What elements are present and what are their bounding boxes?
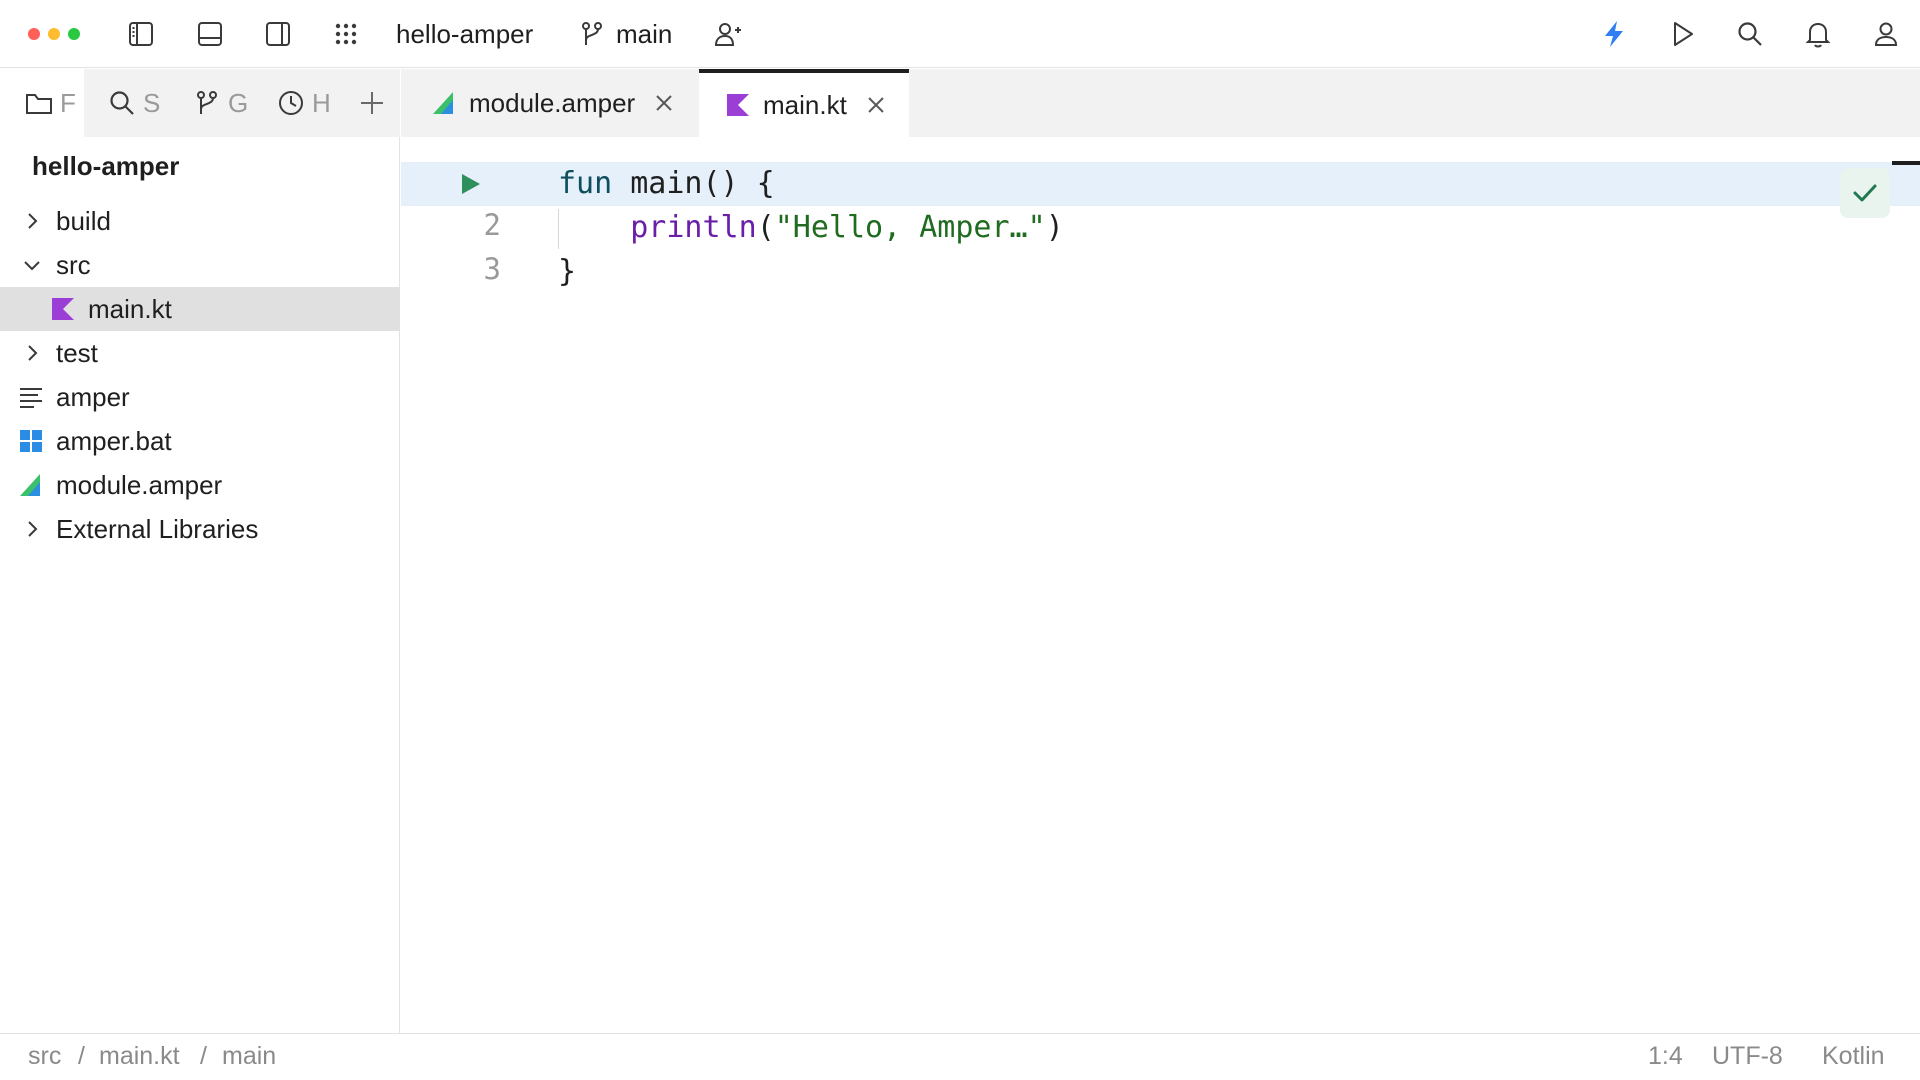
close-icon[interactable] — [653, 92, 675, 114]
chevron-right-icon[interactable] — [20, 341, 44, 365]
keyword: fun — [558, 166, 613, 201]
git-icon — [197, 91, 217, 114]
tool-tab-history[interactable]: H — [276, 69, 330, 137]
project-tree: hello-amper build src main.kt test amper… — [0, 137, 400, 1033]
tree-item-label: src — [56, 249, 91, 280]
chevron-right-icon[interactable] — [20, 517, 44, 541]
amper-file-icon — [20, 474, 40, 496]
breadcrumb-separator: / — [200, 1042, 207, 1070]
tree-item-amper-bat[interactable]: amper.bat — [0, 419, 400, 463]
breadcrumb-main-kt[interactable]: main.kt — [99, 1042, 180, 1071]
kotlin-file-icon — [727, 94, 749, 116]
tool-tab-label: H — [312, 87, 330, 118]
tree-item-module-amper[interactable]: module.amper — [0, 463, 400, 507]
tab-label: main.kt — [763, 89, 847, 120]
tool-tab-label: F — [60, 87, 76, 118]
code-line-3[interactable]: } — [558, 250, 576, 294]
breadcrumb-src[interactable]: src — [28, 1042, 61, 1071]
tree-item-label: External Libraries — [56, 513, 259, 544]
string-literal: "Hello, Amper…" — [774, 210, 1046, 245]
toggle-left-panel-icon[interactable] — [121, 14, 161, 54]
add-tool-window-button[interactable] — [352, 69, 392, 137]
branch-widget[interactable]: main — [616, 18, 672, 50]
title-bar: hello-amper main — [0, 0, 1920, 68]
ai-lightning-icon[interactable] — [1594, 14, 1634, 54]
tool-tab-git[interactable]: G — [192, 69, 248, 137]
code-line-1[interactable]: fun main() { — [558, 162, 775, 206]
code-text: } — [558, 254, 577, 289]
scrollbar-marker[interactable] — [1892, 161, 1920, 165]
tool-window-tabs: F S G H — [0, 69, 400, 137]
windows-file-icon — [20, 430, 42, 452]
search-icon[interactable] — [1730, 14, 1770, 54]
tab-module-amper[interactable]: module.amper — [401, 69, 699, 137]
window-close-button[interactable] — [28, 28, 40, 40]
tab-label: module.amper — [469, 87, 636, 118]
plus-icon — [361, 92, 383, 114]
notifications-bell-icon[interactable] — [1798, 14, 1838, 54]
tool-tab-project[interactable]: F — [0, 69, 84, 137]
breadcrumb-separator: / — [78, 1042, 85, 1070]
file-language[interactable]: Kotlin — [1822, 1042, 1885, 1071]
close-icon[interactable] — [865, 94, 887, 116]
tree-item-label: amper — [56, 381, 130, 412]
checkmark-icon — [1853, 184, 1877, 202]
main-menu-grid-icon[interactable] — [326, 14, 366, 54]
toggle-bottom-panel-icon[interactable] — [190, 14, 230, 54]
add-user-icon[interactable] — [708, 14, 748, 54]
editor-tabs: module.amper main.kt — [401, 69, 1920, 137]
tree-item-label: test — [56, 337, 98, 368]
history-clock-icon — [279, 91, 303, 115]
function-call: println — [630, 210, 757, 245]
code-editor[interactable]: 2 3 fun main() { println("Hello, Amper…"… — [401, 137, 1920, 1033]
tree-item-amper[interactable]: amper — [0, 375, 400, 419]
tree-item-test[interactable]: test — [0, 331, 400, 375]
kotlin-file-icon — [52, 298, 74, 320]
project-name-widget[interactable]: hello-amper — [396, 18, 533, 50]
tree-item-external-libraries[interactable]: External Libraries — [0, 507, 400, 551]
amper-file-icon — [433, 92, 453, 114]
project-root[interactable]: hello-amper — [32, 151, 179, 182]
window-zoom-button[interactable] — [68, 28, 80, 40]
window-minimize-button[interactable] — [48, 28, 60, 40]
tree-item-src[interactable]: src — [0, 243, 400, 287]
line-number: 3 — [483, 252, 501, 286]
tree-item-main-kt[interactable]: main.kt — [0, 287, 400, 331]
tab-main-kt[interactable]: main.kt — [699, 69, 909, 137]
tree-item-label: module.amper — [56, 469, 223, 500]
toggle-right-panel-icon[interactable] — [258, 14, 298, 54]
tree-item-label: main.kt — [88, 293, 172, 324]
line-number: 2 — [483, 208, 501, 242]
git-branch-icon[interactable] — [572, 14, 612, 54]
tool-tab-label: G — [228, 87, 248, 118]
code-line-2[interactable]: println("Hello, Amper…") — [558, 206, 1064, 250]
file-encoding[interactable]: UTF-8 — [1712, 1042, 1783, 1071]
run-icon[interactable] — [1662, 14, 1702, 54]
paren-open: ( — [756, 210, 775, 245]
tree-item-label: build — [56, 205, 111, 236]
chevron-right-icon[interactable] — [20, 209, 44, 233]
account-icon[interactable] — [1866, 14, 1906, 54]
status-bar: src / main.kt / main 1:4 UTF-8 Kotlin — [0, 1033, 1920, 1080]
tool-tab-label: S — [143, 87, 161, 118]
chevron-down-icon[interactable] — [20, 253, 44, 277]
tool-tab-search[interactable]: S — [107, 69, 165, 137]
caret-position[interactable]: 1:4 — [1648, 1042, 1683, 1071]
paren-close: ) — [1045, 210, 1064, 245]
code-text: main() { — [612, 166, 775, 201]
run-gutter-icon[interactable] — [457, 171, 483, 197]
breadcrumb-main[interactable]: main — [222, 1042, 276, 1071]
text-file-icon — [20, 388, 42, 408]
inspection-widget[interactable] — [1840, 168, 1890, 218]
tree-item-label: amper.bat — [56, 425, 172, 456]
search-icon — [110, 91, 134, 115]
folder-icon — [26, 94, 52, 114]
tree-item-build[interactable]: build — [0, 199, 400, 243]
